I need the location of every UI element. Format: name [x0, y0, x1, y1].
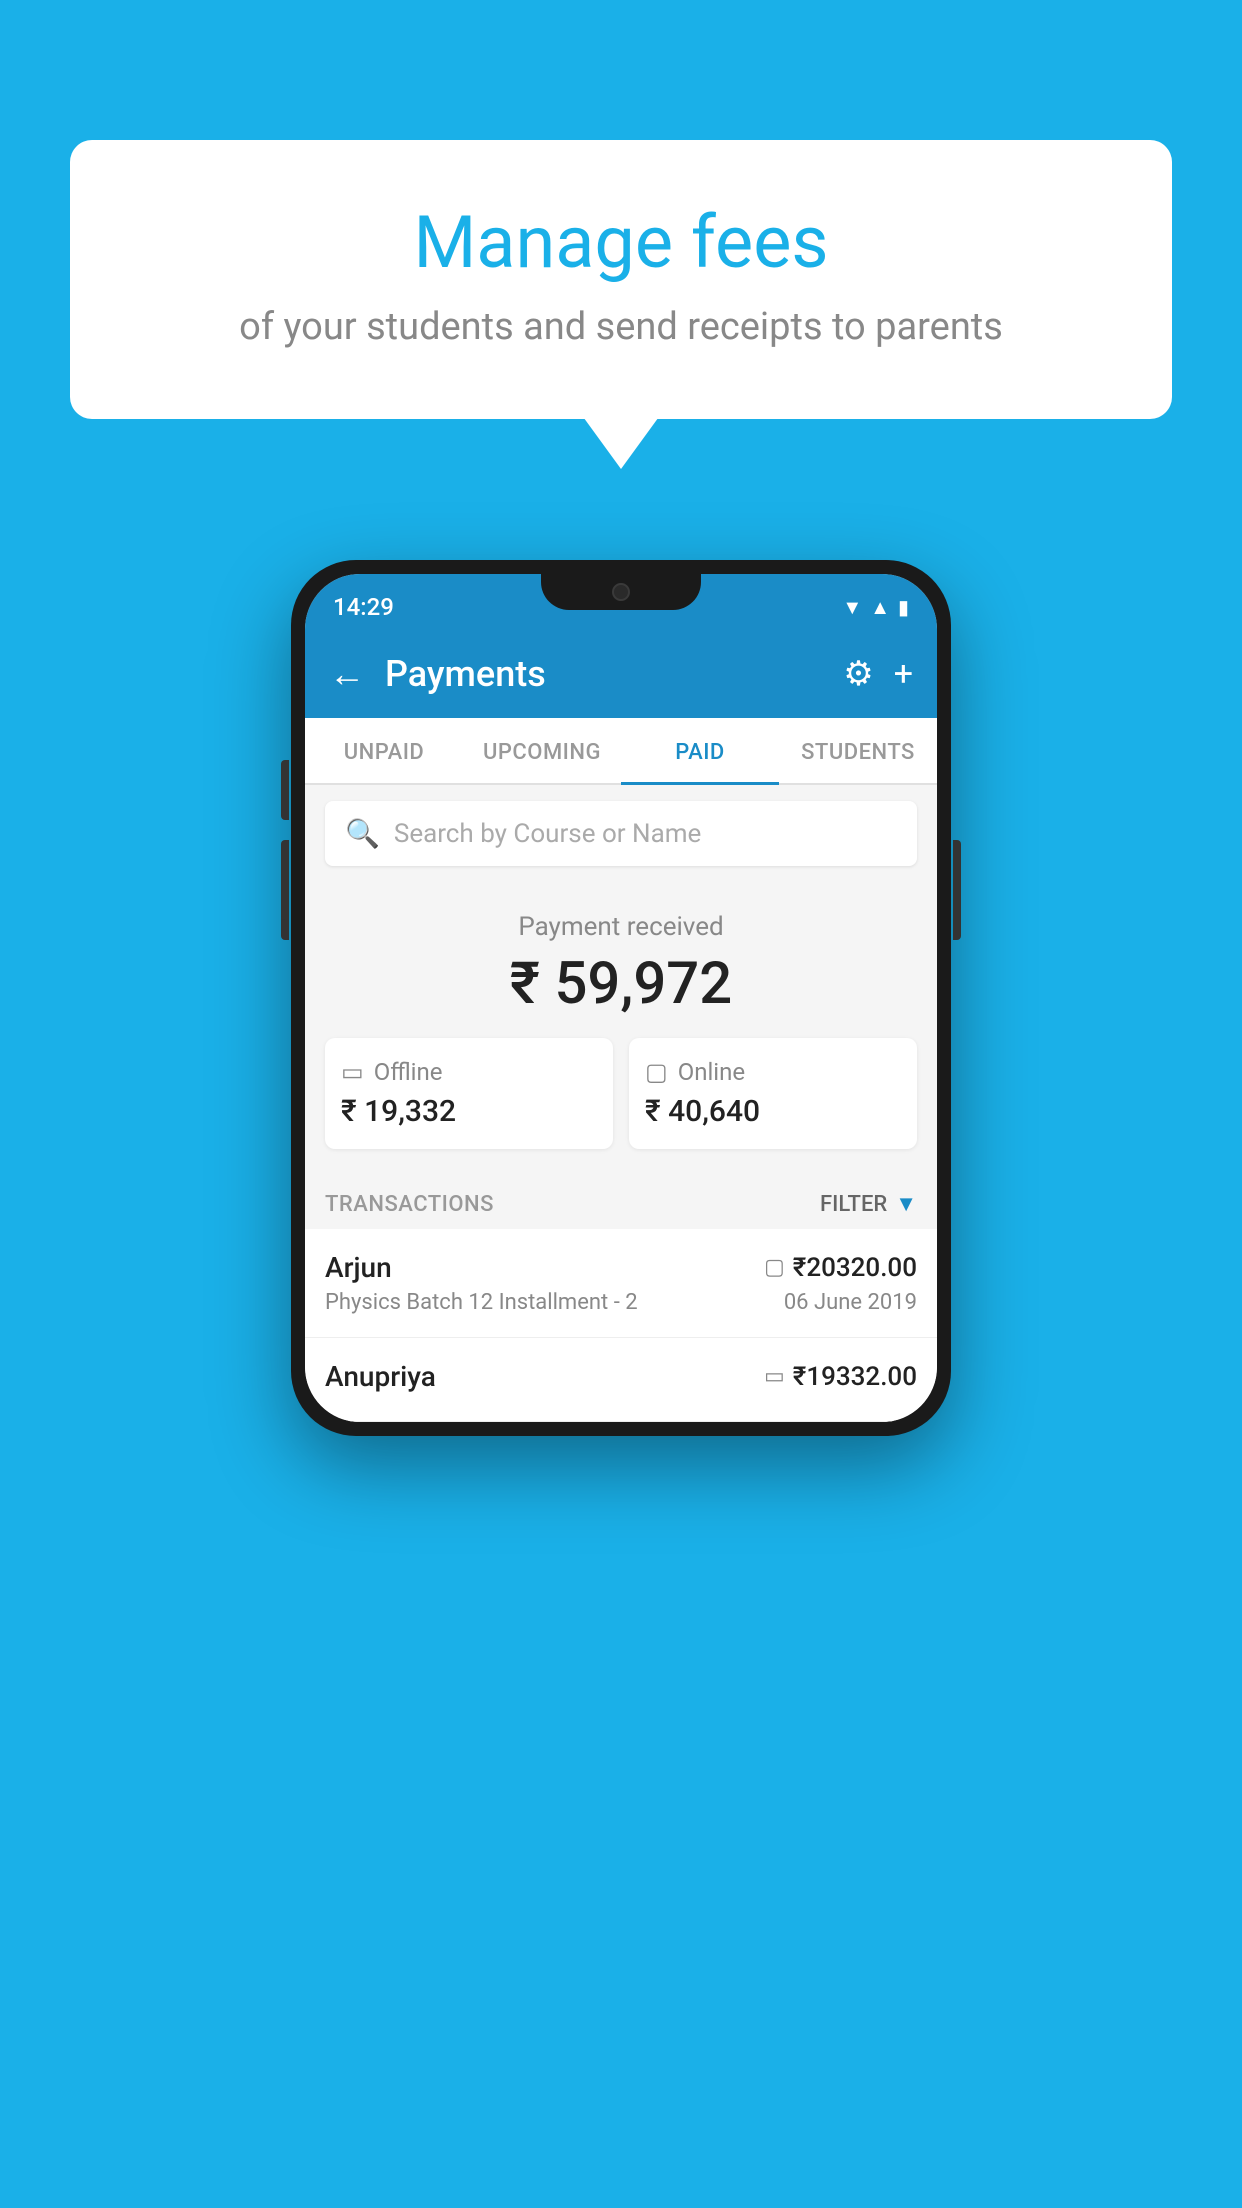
transactions-label: TRANSACTIONS [325, 1192, 494, 1217]
transaction-amount-row-2: ▭ ₹19332.00 [764, 1362, 917, 1392]
offline-card: ▭ Offline ₹ 19,332 [325, 1038, 613, 1149]
phone-screen: 14:29 ▼ ▲ ▮ ← Payments ⚙ + UNPAID [305, 574, 937, 1422]
transaction-date-1: 06 June 2019 [784, 1290, 917, 1315]
payment-summary: Payment received ₹ 59,972 ▭ Offline ₹ 19… [305, 882, 937, 1173]
speech-bubble: Manage fees of your students and send re… [70, 140, 1172, 419]
transaction-top-2: Anupriya ▭ ₹19332.00 [325, 1360, 917, 1393]
battery-icon: ▮ [898, 595, 909, 619]
add-button[interactable]: + [894, 654, 913, 694]
front-camera [612, 583, 630, 601]
transaction-name-2: Anupriya [325, 1360, 436, 1393]
search-placeholder: Search by Course or Name [394, 819, 701, 849]
transaction-desc-1: Physics Batch 12 Installment - 2 [325, 1290, 638, 1315]
tabs: UNPAID UPCOMING PAID STUDENTS [305, 718, 937, 785]
status-time: 14:29 [333, 593, 394, 621]
phone-inner: 14:29 ▼ ▲ ▮ ← Payments ⚙ + UNPAID [305, 574, 937, 1422]
bubble-subtitle: of your students and send receipts to pa… [150, 305, 1092, 349]
phone-outer: 14:29 ▼ ▲ ▮ ← Payments ⚙ + UNPAID [291, 560, 951, 1436]
payment-cards: ▭ Offline ₹ 19,332 ▢ Online ₹ 40,640 [325, 1038, 917, 1149]
app-title: Payments [385, 653, 823, 695]
search-box[interactable]: 🔍 Search by Course or Name [325, 801, 917, 866]
online-amount: ₹ 40,640 [645, 1094, 901, 1129]
volume-down-button[interactable] [281, 840, 289, 920]
tab-students[interactable]: STUDENTS [779, 718, 937, 783]
payment-total-amount: ₹ 59,972 [325, 950, 917, 1018]
signal-icon: ▲ [870, 595, 890, 620]
speech-bubble-container: Manage fees of your students and send re… [70, 140, 1172, 419]
wifi-icon: ▼ [842, 595, 862, 620]
transaction-bottom-1: Physics Batch 12 Installment - 2 06 June… [325, 1290, 917, 1315]
payment-received-label: Payment received [325, 912, 917, 942]
offline-card-header: ▭ Offline [341, 1058, 597, 1086]
transaction-name-1: Arjun [325, 1251, 392, 1284]
offline-icon: ▭ [341, 1058, 364, 1086]
tab-upcoming[interactable]: UPCOMING [463, 718, 621, 783]
transaction-row[interactable]: Anupriya ▭ ₹19332.00 [305, 1338, 937, 1422]
offline-label: Offline [374, 1058, 443, 1086]
transaction-amount-2: ₹19332.00 [793, 1362, 917, 1392]
offline-amount: ₹ 19,332 [341, 1094, 597, 1129]
transactions-header: TRANSACTIONS FILTER ▼ [305, 1173, 937, 1229]
filter-icon: ▼ [895, 1191, 917, 1217]
phone-wrapper: 14:29 ▼ ▲ ▮ ← Payments ⚙ + UNPAID [291, 560, 951, 1436]
online-label: Online [678, 1058, 745, 1086]
settings-button[interactable]: ⚙ [843, 654, 873, 694]
phone-notch [541, 574, 701, 610]
app-bar: ← Payments ⚙ + [305, 630, 937, 718]
transaction-top-1: Arjun ▢ ₹20320.00 [325, 1251, 917, 1284]
transaction-card-icon-2: ▭ [764, 1364, 785, 1389]
status-icons: ▼ ▲ ▮ [842, 595, 909, 620]
online-card: ▢ Online ₹ 40,640 [629, 1038, 917, 1149]
transaction-amount-1: ₹20320.00 [793, 1253, 917, 1283]
transaction-row[interactable]: Arjun ▢ ₹20320.00 Physics Batch 12 Insta… [305, 1229, 937, 1338]
online-card-header: ▢ Online [645, 1058, 901, 1086]
volume-up-button[interactable] [281, 760, 289, 820]
online-icon: ▢ [645, 1058, 668, 1086]
tab-paid[interactable]: PAID [621, 718, 779, 783]
search-icon: 🔍 [345, 817, 380, 850]
back-button[interactable]: ← [329, 653, 365, 695]
transaction-amount-row-1: ▢ ₹20320.00 [764, 1253, 917, 1283]
search-container: 🔍 Search by Course or Name [305, 785, 937, 882]
filter-button[interactable]: FILTER ▼ [820, 1191, 917, 1217]
transaction-card-icon-1: ▢ [764, 1255, 785, 1280]
bubble-title: Manage fees [150, 200, 1092, 285]
filter-label: FILTER [820, 1192, 887, 1217]
tab-unpaid[interactable]: UNPAID [305, 718, 463, 783]
